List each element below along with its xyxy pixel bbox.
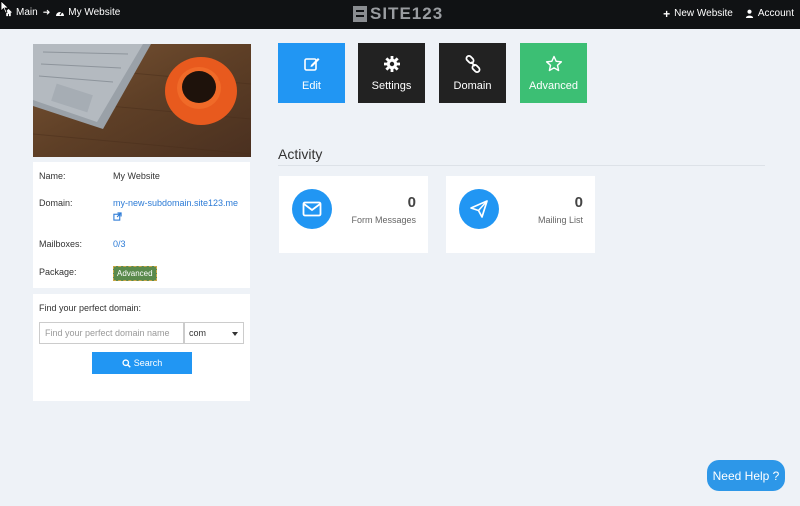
settings-label: Settings	[371, 80, 412, 92]
star-icon	[545, 55, 563, 73]
form-messages-card[interactable]: 0 Form Messages	[279, 176, 428, 253]
user-icon	[745, 9, 753, 18]
domain-search-card: Find your perfect domain: Find your perf…	[33, 294, 250, 401]
name-label: Name:	[39, 171, 66, 181]
external-link-icon[interactable]	[113, 212, 122, 221]
edit-icon	[303, 55, 321, 73]
advanced-button[interactable]: Advanced	[520, 43, 587, 103]
domain-search-title: Find your perfect domain:	[39, 303, 142, 313]
plus-icon: +	[663, 6, 671, 21]
edit-button[interactable]: Edit	[278, 43, 345, 103]
domain-search-input[interactable]: Find your perfect domain name	[39, 322, 184, 344]
search-icon	[122, 358, 131, 368]
paper-plane-icon	[459, 189, 499, 229]
dashboard-icon	[56, 11, 65, 16]
envelope-icon	[292, 189, 332, 229]
breadcrumb-site[interactable]: My Website	[55, 7, 120, 18]
breadcrumb-main-label: Main	[16, 7, 38, 18]
package-label: Package:	[39, 267, 77, 277]
breadcrumb-site-label: My Website	[68, 7, 121, 18]
link-icon	[464, 55, 482, 73]
activity-divider	[278, 165, 765, 166]
tld-selected-value: com	[189, 328, 207, 338]
breadcrumb-separator-icon: ➜	[42, 7, 51, 17]
form-messages-count: 0	[407, 194, 416, 211]
domain-search-button[interactable]: Search	[92, 352, 192, 374]
breadcrumb: Main ➜ My Website	[4, 7, 120, 18]
mailing-list-label: Mailing List	[537, 215, 583, 225]
mailboxes-link[interactable]: 0/3	[113, 239, 126, 249]
advanced-label: Advanced	[529, 80, 578, 92]
account-button[interactable]: Account	[745, 8, 794, 19]
logo-text: SITE123	[370, 4, 444, 23]
caret-down-icon	[232, 332, 238, 336]
form-messages-label: Form Messages	[351, 215, 416, 225]
logo-mark-icon	[353, 6, 367, 22]
new-website-button[interactable]: + New Website	[663, 6, 733, 21]
name-value: My Website	[113, 171, 160, 181]
gear-icon	[383, 55, 401, 73]
activity-heading: Activity	[278, 146, 323, 162]
mailboxes-label: Mailboxes:	[39, 239, 83, 249]
domain-link[interactable]: my-new-subdomain.site123.me	[113, 198, 238, 208]
tld-select[interactable]: com	[184, 322, 244, 344]
settings-button[interactable]: Settings	[358, 43, 425, 103]
website-info-card: Name: My Website Domain: my-new-subdomai…	[33, 162, 250, 288]
mailing-list-card[interactable]: 0 Mailing List	[446, 176, 595, 253]
account-label: Account	[757, 8, 794, 19]
domain-label: Domain:	[39, 198, 73, 208]
mailing-list-count: 0	[574, 194, 583, 211]
edit-label: Edit	[302, 80, 321, 92]
website-thumbnail[interactable]	[33, 44, 251, 157]
search-button-label: Search	[133, 358, 163, 368]
package-badge[interactable]: Advanced	[113, 266, 157, 281]
new-website-label: New Website	[674, 8, 733, 19]
domain-button[interactable]: Domain	[439, 43, 506, 103]
site123-logo[interactable]: SITE123	[353, 4, 443, 24]
website-thumbnail-image	[33, 44, 251, 157]
domain-button-label: Domain	[453, 80, 492, 92]
need-help-button[interactable]: Need Help ?	[707, 460, 785, 491]
top-right-nav: + New Website Account	[663, 6, 794, 21]
top-bar: Main ➜ My Website SITE123 + New Website …	[0, 0, 800, 29]
mouse-cursor-icon	[0, 0, 10, 14]
